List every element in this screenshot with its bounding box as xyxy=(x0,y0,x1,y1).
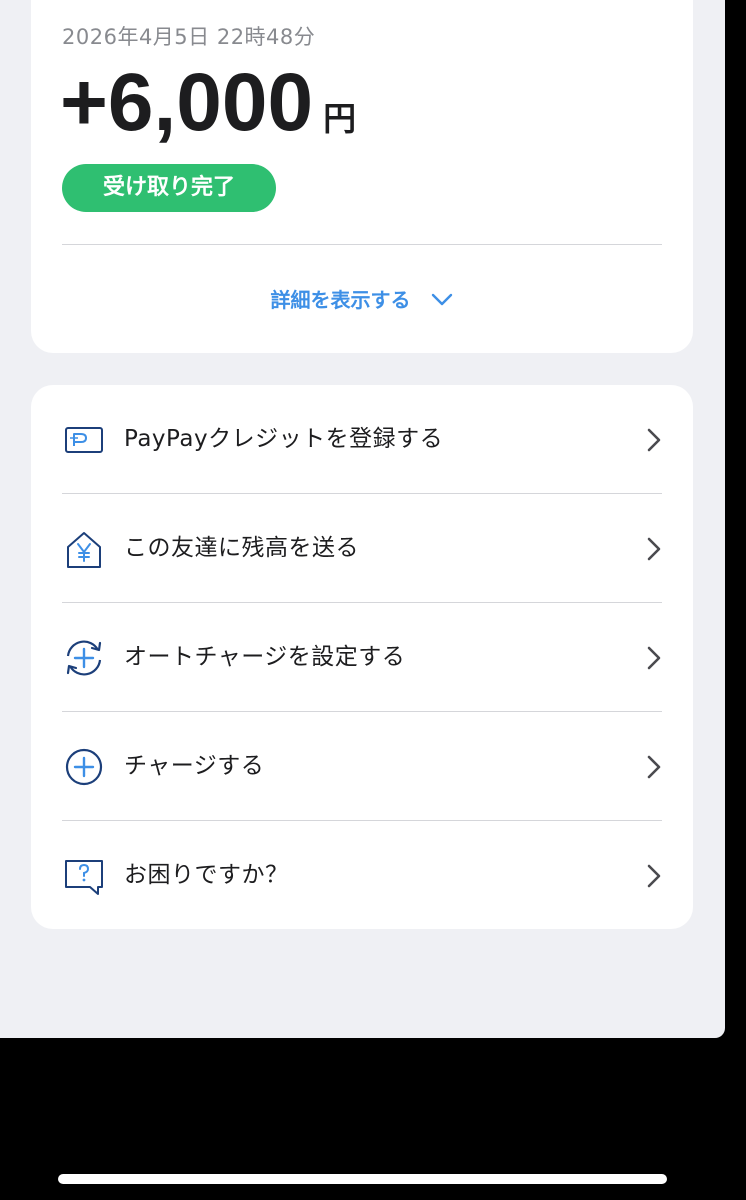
menu-item-label: チャージする xyxy=(124,753,265,779)
send-balance-house-icon xyxy=(62,527,106,571)
show-details-button[interactable]: 詳細を表示する xyxy=(31,284,693,316)
menu-item-label: お困りですか？ xyxy=(124,862,289,888)
transaction-timestamp: 2026年4月5日 22時48分 xyxy=(62,25,316,49)
menu-item-label: PayPayクレジットを登録する xyxy=(124,426,444,452)
screen: 2026年4月5日 22時48分 +6,000 円 受け取り完了 詳細を表示する … xyxy=(0,0,725,1038)
auto-charge-setting-item[interactable]: オートチャージを設定する xyxy=(62,603,662,712)
transaction-card: 2026年4月5日 22時48分 +6,000 円 受け取り完了 詳細を表示する xyxy=(31,0,693,353)
currency-unit: 円 xyxy=(323,99,357,138)
status-badge: 受け取り完了 xyxy=(62,164,276,212)
menu-item-label: オートチャージを設定する xyxy=(124,644,406,670)
chevron-right-icon xyxy=(646,863,662,889)
home-indicator[interactable] xyxy=(58,1174,667,1184)
charge-plus-icon xyxy=(62,745,106,789)
auto-charge-icon xyxy=(62,636,106,680)
register-paypay-credit-item[interactable]: PayPayクレジットを登録する xyxy=(62,385,662,494)
send-balance-to-friend-item[interactable]: この友達に残高を送る xyxy=(62,494,662,603)
help-item[interactable]: お困りですか？ xyxy=(62,821,662,930)
chevron-right-icon xyxy=(646,427,662,453)
amount-value: +6,000 xyxy=(60,57,314,148)
chevron-right-icon xyxy=(646,754,662,780)
chevron-down-icon xyxy=(432,293,453,305)
help-question-icon xyxy=(62,854,106,898)
chevron-right-icon xyxy=(646,536,662,562)
show-details-label: 詳細を表示する xyxy=(270,288,411,312)
charge-item[interactable]: チャージする xyxy=(62,712,662,821)
divider xyxy=(62,244,662,245)
actions-menu-card: PayPayクレジットを登録する この友達に残高を送る オートチャージを設定する… xyxy=(31,385,693,929)
paypay-card-icon xyxy=(62,418,106,462)
chevron-right-icon xyxy=(646,645,662,671)
amount-display: +6,000 円 xyxy=(60,58,356,148)
menu-item-label: この友達に残高を送る xyxy=(124,535,359,561)
